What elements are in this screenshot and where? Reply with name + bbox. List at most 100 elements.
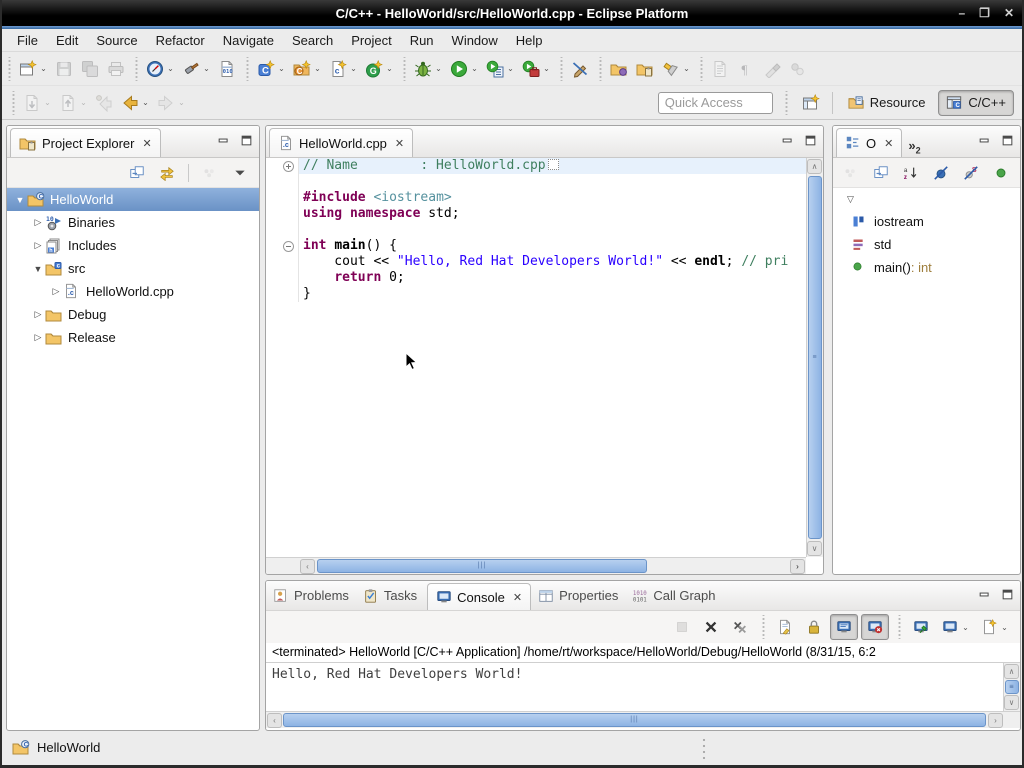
console-horizontal-scrollbar[interactable]: ‹ ||| › bbox=[266, 711, 1020, 728]
collapse-all-button[interactable] bbox=[868, 160, 894, 186]
dropdown-chevron-icon[interactable]: ⌄ bbox=[349, 64, 358, 73]
tab-helloworld-cpp[interactable]: .c HelloWorld.cpp ✕ bbox=[269, 128, 413, 157]
outline-item-std[interactable]: std bbox=[833, 233, 1020, 256]
scroll-right-arrow[interactable]: › bbox=[988, 713, 1003, 728]
scroll-left-arrow[interactable]: ‹ bbox=[300, 559, 315, 574]
menu-edit[interactable]: Edit bbox=[47, 30, 87, 51]
expand-arrow-icon[interactable]: ▷ bbox=[49, 286, 63, 297]
dropdown-chevron-icon[interactable]: ⌄ bbox=[141, 98, 150, 107]
folded-region-box[interactable] bbox=[548, 159, 559, 170]
code-line-4[interactable]: using namespace std; bbox=[266, 206, 806, 222]
scroll-up-arrow[interactable]: ∧ bbox=[1004, 664, 1019, 679]
view-menu-icon[interactable]: ▽ bbox=[847, 194, 854, 205]
fold-gutter[interactable] bbox=[266, 158, 299, 174]
dropdown-chevron-icon[interactable]: ⌄ bbox=[277, 64, 286, 73]
maximize-window-button[interactable]: ❐ bbox=[979, 7, 990, 19]
dropdown-chevron-icon[interactable]: ⌄ bbox=[434, 64, 443, 73]
close-icon[interactable]: ✕ bbox=[142, 137, 151, 150]
external-tools-button[interactable]: ⌄ bbox=[518, 56, 554, 82]
dropdown-chevron-icon[interactable]: ⌄ bbox=[177, 98, 186, 107]
outline-item-iostream[interactable]: iostream bbox=[833, 210, 1020, 233]
maximize-view-button[interactable] bbox=[1001, 588, 1014, 601]
code-line-7[interactable]: cout << "Hello, Red Hat Developers World… bbox=[266, 254, 806, 270]
dropdown-chevron-icon[interactable]: ⌄ bbox=[43, 98, 52, 107]
fold-gutter[interactable] bbox=[266, 286, 299, 302]
remove-all-terminated-button[interactable] bbox=[727, 614, 753, 640]
hide-static-members-button[interactable]: S bbox=[958, 160, 984, 186]
open-perspective-button[interactable] bbox=[798, 90, 824, 116]
console-output[interactable]: Hello, Red Hat Developers World! ∧ ≡ ∨ bbox=[266, 663, 1020, 711]
view-menu-button[interactable] bbox=[227, 160, 253, 186]
dropdown-chevron-icon[interactable]: ⌄ bbox=[506, 64, 515, 73]
tab-properties[interactable]: Properties bbox=[531, 581, 625, 610]
hide-non-public-button[interactable] bbox=[988, 160, 1014, 186]
editor-vscroll-thumb[interactable]: ≡ bbox=[808, 176, 822, 539]
code-line-3[interactable]: #include <iostream> bbox=[266, 190, 806, 206]
menu-project[interactable]: Project bbox=[342, 30, 400, 51]
perspective-resource-button[interactable]: Resource bbox=[841, 90, 933, 116]
menu-refactor[interactable]: Refactor bbox=[147, 30, 214, 51]
close-window-button[interactable]: ✕ bbox=[1004, 7, 1014, 19]
run-button[interactable]: ⌄ bbox=[446, 56, 482, 82]
scroll-right-arrow[interactable]: › bbox=[790, 559, 805, 574]
expand-arrow-icon[interactable]: ▷ bbox=[31, 332, 45, 343]
tree-item-debug[interactable]: ▷Debug bbox=[7, 303, 259, 326]
debug-button[interactable]: ⌄ bbox=[410, 56, 446, 82]
dropdown-chevron-icon[interactable]: ⌄ bbox=[385, 64, 394, 73]
dropdown-chevron-icon[interactable]: ⌄ bbox=[1000, 623, 1009, 632]
fold-gutter[interactable] bbox=[266, 222, 299, 238]
outline-item-main[interactable]: main() : int bbox=[833, 256, 1020, 279]
code-line-5[interactable] bbox=[266, 222, 806, 238]
close-icon[interactable]: ✕ bbox=[513, 591, 522, 604]
menu-run[interactable]: Run bbox=[401, 30, 443, 51]
more-views-indicator[interactable]: »2 bbox=[902, 138, 926, 156]
scroll-left-arrow[interactable]: ‹ bbox=[267, 713, 282, 728]
code-line-6[interactable]: int main() { bbox=[266, 238, 806, 254]
maximize-view-button[interactable] bbox=[1001, 134, 1014, 147]
code-line-9[interactable]: } bbox=[266, 286, 806, 302]
dropdown-chevron-icon[interactable]: ⌄ bbox=[682, 64, 691, 73]
tab-project-explorer[interactable]: Project Explorer ✕ bbox=[10, 128, 161, 157]
collapse-all-button[interactable] bbox=[124, 160, 150, 186]
expand-arrow-icon[interactable]: ▷ bbox=[31, 240, 45, 251]
open-resource-button[interactable] bbox=[632, 56, 658, 82]
menu-file[interactable]: File bbox=[8, 30, 47, 51]
tab-tasks[interactable]: Tasks bbox=[356, 581, 424, 610]
dropdown-chevron-icon[interactable]: ⌄ bbox=[202, 64, 211, 73]
fold-gutter[interactable] bbox=[266, 270, 299, 286]
mark-occurrences-button[interactable] bbox=[567, 56, 593, 82]
clear-console-button[interactable] bbox=[772, 614, 798, 640]
dropdown-chevron-icon[interactable]: ⌄ bbox=[470, 64, 479, 73]
fold-expand-icon[interactable] bbox=[283, 161, 294, 172]
scroll-lock-button[interactable] bbox=[801, 614, 827, 640]
editor-vertical-scrollbar[interactable]: ∧ ≡ ∨ bbox=[806, 158, 823, 557]
open-console-button[interactable]: ⌄ bbox=[976, 614, 1012, 640]
expand-arrow-icon[interactable]: ▷ bbox=[31, 217, 45, 228]
dropdown-chevron-icon[interactable]: ⌄ bbox=[313, 64, 322, 73]
perspective-cc-button[interactable]: CC/C++ bbox=[938, 90, 1014, 116]
dropdown-chevron-icon[interactable]: ⌄ bbox=[166, 64, 175, 73]
menu-help[interactable]: Help bbox=[507, 30, 552, 51]
scroll-up-arrow[interactable]: ∧ bbox=[807, 159, 822, 174]
fold-collapse-icon[interactable] bbox=[283, 241, 294, 252]
fold-gutter[interactable] bbox=[266, 190, 299, 206]
pin-console-button[interactable] bbox=[908, 614, 934, 640]
tree-item-helloworld[interactable]: ▼CHelloWorld bbox=[7, 188, 259, 211]
fold-gutter[interactable] bbox=[266, 206, 299, 222]
dropdown-chevron-icon[interactable]: ⌄ bbox=[79, 98, 88, 107]
menu-navigate[interactable]: Navigate bbox=[214, 30, 283, 51]
dropdown-chevron-icon[interactable]: ⌄ bbox=[961, 623, 970, 632]
dropdown-chevron-icon[interactable]: ⌄ bbox=[542, 64, 551, 73]
hide-fields-button[interactable] bbox=[928, 160, 954, 186]
show-on-stderr-button[interactable] bbox=[861, 614, 889, 640]
editor-hscroll-thumb[interactable]: ||| bbox=[317, 559, 647, 573]
code-line-1[interactable]: // Name : HelloWorld.cpp bbox=[266, 158, 806, 174]
tree-item-binaries[interactable]: ▷10Binaries bbox=[7, 211, 259, 234]
scroll-down-arrow[interactable]: ∨ bbox=[1004, 695, 1019, 710]
fold-gutter[interactable] bbox=[266, 254, 299, 270]
new-c-file-button[interactable]: c⌄ bbox=[325, 56, 361, 82]
quick-access-input[interactable] bbox=[658, 92, 773, 114]
link-with-editor-button[interactable] bbox=[154, 160, 180, 186]
console-vscroll-thumb[interactable]: ≡ bbox=[1005, 680, 1019, 694]
show-on-stdout-button[interactable] bbox=[830, 614, 858, 640]
